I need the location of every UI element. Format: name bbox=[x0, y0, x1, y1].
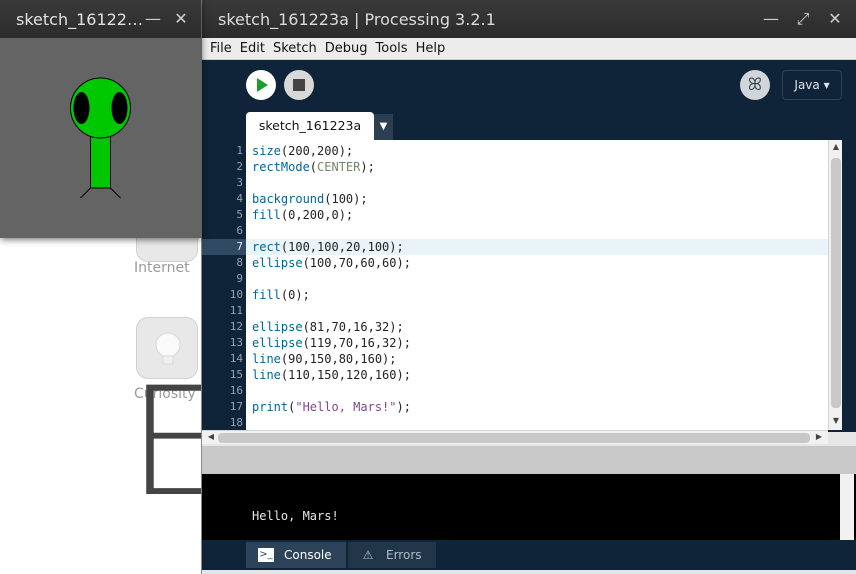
code-line[interactable] bbox=[246, 175, 828, 191]
menu-tools[interactable]: Tools bbox=[376, 41, 408, 56]
line-number-gutter: 1 2 3 4 5 6 7 8 9 10 11 12 13 14 15 16 17 18 bbox=[202, 140, 246, 430]
code-line[interactable]: size(200,200); bbox=[246, 143, 828, 159]
line-number: 4 bbox=[236, 192, 243, 205]
tab-menu-arrow[interactable]: ▼ bbox=[374, 114, 393, 140]
menu-bar: File Edit Sketch Debug Tools Help bbox=[202, 38, 856, 60]
tab-errors[interactable]: ⚠ Errors bbox=[348, 542, 436, 568]
line-number: 15 bbox=[229, 368, 243, 381]
line-number: 3 bbox=[236, 176, 243, 189]
line-number: 18 bbox=[229, 416, 243, 429]
ide-window-title: sketch_161223a | Processing 3.2.1 bbox=[218, 9, 496, 29]
code-line[interactable]: line(110,150,120,160); bbox=[246, 367, 828, 383]
mode-selector[interactable]: Java ▾ bbox=[782, 70, 842, 100]
console-output: Hello, Mars! bbox=[252, 509, 339, 523]
menu-help[interactable]: Help bbox=[416, 41, 446, 56]
console-scrollbar[interactable] bbox=[840, 474, 854, 540]
code-line[interactable]: rect(100,100,20,100); bbox=[246, 239, 828, 255]
code-line[interactable]: ellipse(119,70,16,32); bbox=[246, 335, 828, 351]
line-number: 9 bbox=[236, 272, 243, 285]
line-number: 11 bbox=[229, 304, 243, 317]
line-number: 14 bbox=[229, 352, 243, 365]
code-line[interactable] bbox=[246, 415, 828, 431]
console-divider[interactable] bbox=[202, 446, 856, 474]
scroll-left-icon[interactable]: ◀ bbox=[204, 432, 218, 441]
scroll-down-icon[interactable]: ▼ bbox=[829, 416, 843, 425]
code-editor: 1 2 3 4 5 6 7 8 9 10 11 12 13 14 15 16 17 18 size(200,200… bbox=[202, 140, 856, 444]
code-line[interactable]: fill(0); bbox=[246, 287, 828, 303]
sketch-canvas bbox=[0, 38, 201, 238]
line-number: 7 bbox=[236, 240, 243, 253]
minimize-icon[interactable]: — bbox=[142, 8, 164, 30]
scroll-right-icon[interactable]: ▶ bbox=[812, 432, 826, 441]
tab-errors-label: Errors bbox=[386, 548, 422, 562]
menu-debug[interactable]: Debug bbox=[325, 41, 368, 56]
line-number: 12 bbox=[229, 320, 243, 333]
code-line[interactable]: line(90,150,80,160); bbox=[246, 351, 828, 367]
line-number: 13 bbox=[229, 336, 243, 349]
code-line[interactable] bbox=[246, 303, 828, 319]
butterfly-icon: ꕤ bbox=[747, 75, 763, 95]
line-number: 2 bbox=[236, 160, 243, 173]
line-number: 8 bbox=[236, 256, 243, 269]
horizontal-scroll-thumb[interactable] bbox=[218, 433, 810, 443]
run-button[interactable] bbox=[246, 70, 276, 100]
ide-title-bar[interactable]: sketch_161223a | Processing 3.2.1 — ⤢ ✕ bbox=[202, 0, 856, 38]
close-icon[interactable]: ✕ bbox=[824, 8, 846, 30]
alien-right-eye bbox=[111, 92, 128, 124]
code-line[interactable] bbox=[246, 271, 828, 287]
line-number: 10 bbox=[229, 288, 243, 301]
warning-icon: ⚠ bbox=[362, 548, 374, 562]
maximize-icon[interactable]: ⤢ bbox=[792, 8, 814, 30]
code-line[interactable]: print("Hello, Mars!"); bbox=[246, 399, 828, 415]
vertical-scroll-thumb[interactable] bbox=[831, 158, 841, 408]
code-line[interactable]: rectMode(CENTER); bbox=[246, 159, 828, 175]
sketch-output-window: sketch_16122… — ✕ bbox=[0, 0, 201, 238]
line-number: 6 bbox=[236, 224, 243, 237]
tab-console[interactable]: >_ Console bbox=[246, 542, 346, 568]
close-icon[interactable]: ✕ bbox=[170, 8, 192, 30]
line-number: 17 bbox=[229, 400, 243, 413]
vertical-scrollbar[interactable]: ▲ ▼ bbox=[828, 140, 842, 430]
tab-sketch[interactable]: sketch_161223a bbox=[246, 112, 374, 140]
menu-file[interactable]: File bbox=[210, 41, 232, 56]
menu-edit[interactable]: Edit bbox=[240, 41, 265, 56]
line-number: 5 bbox=[236, 208, 243, 221]
code-line[interactable]: ellipse(100,70,60,60); bbox=[246, 255, 828, 271]
scroll-up-icon[interactable]: ▲ bbox=[829, 142, 843, 151]
alien-left-eye bbox=[73, 92, 90, 124]
stop-button[interactable] bbox=[284, 70, 314, 100]
internet-desktop-label: Internet bbox=[134, 260, 190, 276]
code-line[interactable] bbox=[246, 383, 828, 399]
sketch-window-title: sketch_16122… bbox=[16, 9, 143, 29]
bottom-tab-bar: >_ Console ⚠ Errors bbox=[202, 540, 856, 570]
code-line[interactable]: fill(0,200,0); bbox=[246, 207, 828, 223]
tab-console-label: Console bbox=[284, 548, 332, 562]
code-line[interactable] bbox=[246, 223, 828, 239]
sketch-title-bar[interactable]: sketch_16122… — ✕ bbox=[0, 0, 201, 38]
debug-button[interactable]: ꕤ bbox=[740, 70, 770, 100]
code-line[interactable]: background(100); bbox=[246, 191, 828, 207]
code-area[interactable]: size(200,200); rectMode(CENTER); backgroun… bbox=[246, 140, 828, 430]
line-number: 1 bbox=[236, 144, 243, 157]
menu-sketch[interactable]: Sketch bbox=[273, 41, 317, 56]
console-panel: Hello, Mars! bbox=[202, 474, 856, 540]
editor-tab-row: sketch_161223a ▼ bbox=[202, 112, 856, 140]
processing-ide-window: sketch_161223a | Processing 3.2.1 — ⤢ ✕ … bbox=[201, 0, 856, 574]
minimize-icon[interactable]: — bbox=[760, 8, 782, 30]
code-line[interactable]: ellipse(81,70,16,32); bbox=[246, 319, 828, 335]
terminal-icon: >_ bbox=[258, 548, 274, 562]
line-number: 16 bbox=[229, 384, 243, 397]
horizontal-scrollbar[interactable]: ◀ ▶ bbox=[202, 430, 828, 444]
toolbar: ꕤ Java ▾ bbox=[202, 60, 856, 112]
